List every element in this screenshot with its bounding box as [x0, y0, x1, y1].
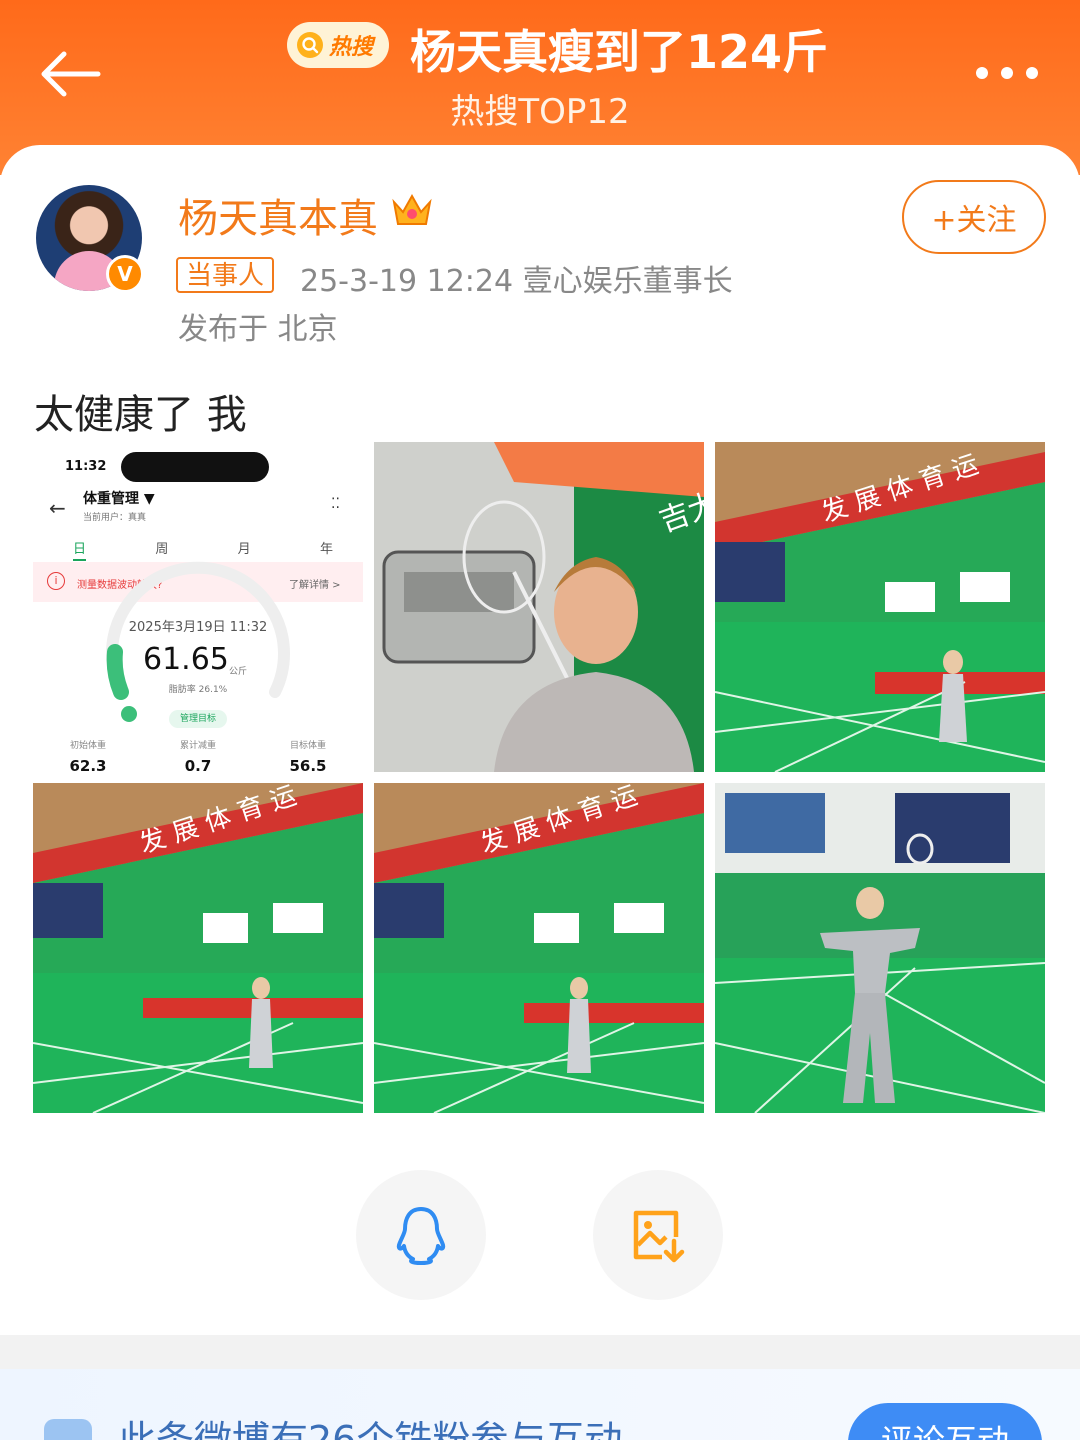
hot-badge-label: 热搜	[329, 35, 374, 60]
post-meta: 25-3-19 12:24 壹心娱乐董事长	[300, 264, 733, 299]
post-location: 发布于 北京	[178, 312, 338, 347]
photo-court-1[interactable]: 发 展 体 育 运	[715, 442, 1045, 772]
phone-weight: 61.65	[143, 642, 229, 677]
qq-penguin-icon	[396, 1207, 446, 1265]
search-icon	[297, 32, 323, 58]
stat-value: 62.3	[69, 757, 107, 772]
phone-goal-button: 管理目标	[169, 710, 227, 728]
stat-value: 56.5	[289, 757, 327, 772]
phone-stat: 累计减重 0.7	[143, 738, 253, 772]
photo-weight-screenshot[interactable]: 11:32 ← 体重管理 ▼ 当前用户：真真 ⁚⁚ 日 周 月 年 i 测量数据…	[33, 442, 363, 772]
save-image-button[interactable]	[593, 1170, 723, 1300]
hot-search-badge: 热搜	[287, 22, 389, 68]
image-download-icon	[633, 1210, 685, 1263]
phone-stat: 初始体重 62.3	[33, 738, 143, 772]
fan-interaction-bar: 此条微博有26个铁粉参与互动 评论互动	[0, 1369, 1080, 1440]
follow-button[interactable]: +关注	[902, 180, 1046, 254]
comment-interact-button[interactable]: 评论互动	[848, 1403, 1042, 1440]
photo-court-3[interactable]: 发 展 体 育 运	[374, 783, 704, 1113]
share-qq-button[interactable]	[356, 1170, 486, 1300]
phone-stat: 目标体重 56.5	[253, 738, 363, 772]
more-options-icon[interactable]	[974, 60, 1040, 86]
hot-topic-rank: 热搜TOP12	[450, 92, 630, 132]
photo-selfie[interactable]: 吉大	[374, 442, 704, 772]
photo-court-4[interactable]	[715, 783, 1045, 1113]
hot-topic-title: 杨天真瘦到了124斤	[410, 25, 829, 79]
fans-icon	[44, 1419, 92, 1440]
stat-label: 目标体重	[289, 741, 326, 751]
verified-v-icon: V	[106, 255, 144, 293]
stat-value: 0.7	[184, 757, 212, 772]
username[interactable]: 杨天真本真	[178, 186, 378, 244]
fan-interaction-text: 此条微博有26个铁粉参与互动	[118, 1418, 623, 1440]
role-tag: 当事人	[176, 257, 275, 293]
section-divider	[0, 1335, 1080, 1369]
crown-icon	[390, 190, 434, 230]
photo-court-2[interactable]: 发 展 体 育 运	[33, 783, 363, 1113]
stat-label: 初始体重	[69, 741, 106, 751]
post-text: 太健康了 我	[34, 392, 247, 438]
phone-unit: 公斤	[229, 667, 248, 677]
stat-label: 累计减重	[179, 741, 216, 751]
phone-body-fat: 脂肪率 26.1%	[168, 685, 228, 695]
